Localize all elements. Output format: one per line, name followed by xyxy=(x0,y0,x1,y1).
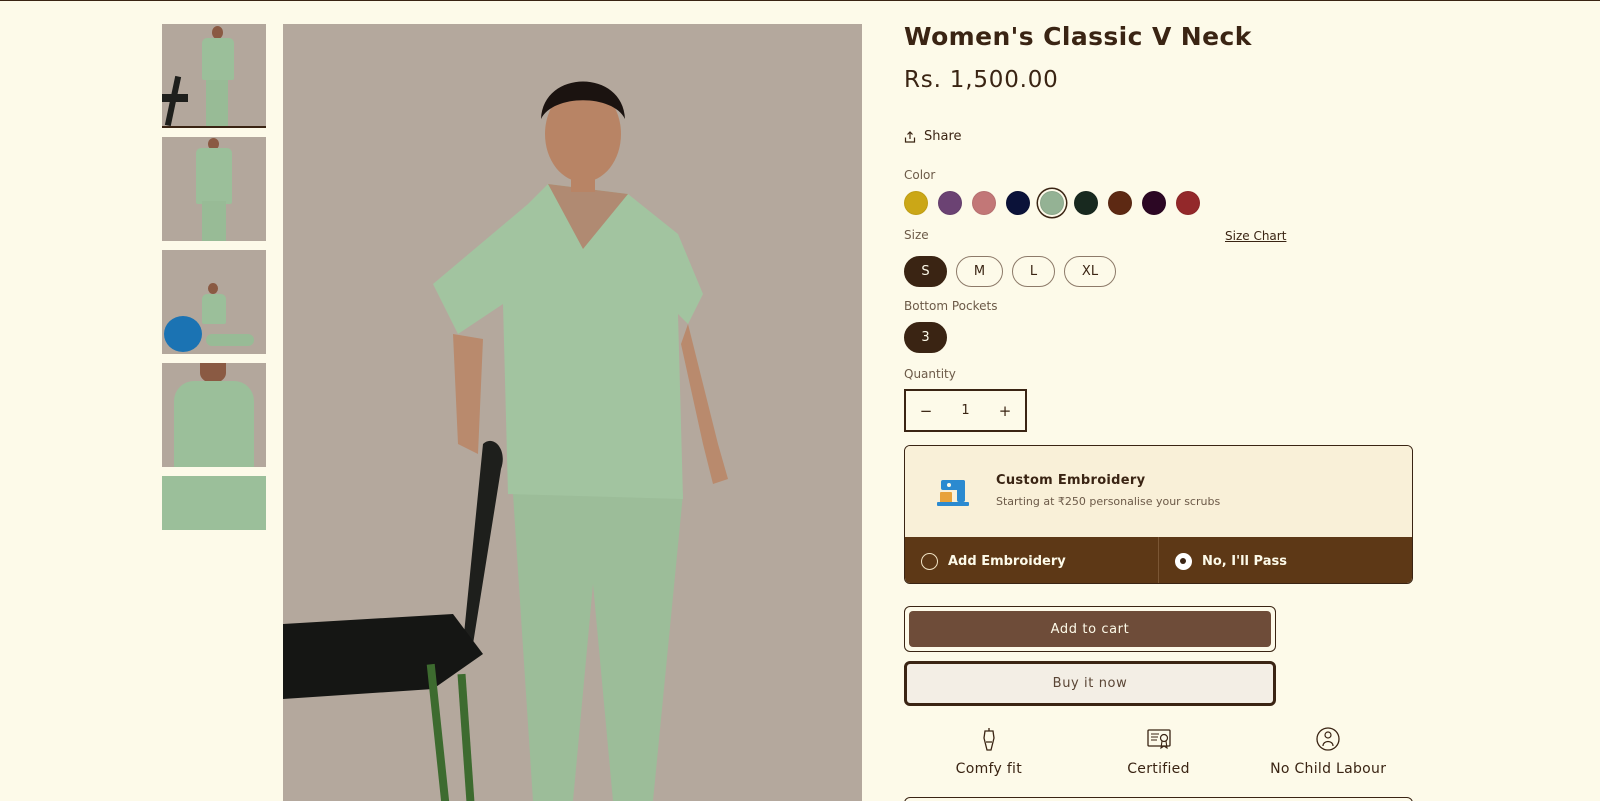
model-top xyxy=(202,294,226,324)
share-icon xyxy=(904,130,916,143)
product-title: Women's Classic V Neck xyxy=(904,22,1252,51)
main-product-image xyxy=(283,24,862,801)
model-top xyxy=(174,381,254,467)
exercise-ball xyxy=(164,316,202,352)
feature-no-child-labour: No Child Labour xyxy=(1243,726,1413,777)
size-chart-link[interactable]: Size Chart xyxy=(1225,229,1286,243)
swatch-dark-green[interactable] xyxy=(1074,191,1098,215)
model-top-closeup xyxy=(162,476,266,530)
size-option-l[interactable]: L xyxy=(1012,256,1055,287)
swatch-navy[interactable] xyxy=(1006,191,1030,215)
embroidery-subtitle: Starting at ₹250 personalise your scrubs xyxy=(996,495,1221,508)
swatch-plum[interactable] xyxy=(938,191,962,215)
chair-seat-shape xyxy=(162,94,188,102)
thumbnail-5[interactable] xyxy=(162,476,266,530)
color-swatches xyxy=(904,191,1200,215)
model-top xyxy=(196,148,232,204)
top-border xyxy=(0,0,1600,1)
product-price: Rs. 1,500.00 xyxy=(904,67,1059,93)
model-head xyxy=(200,363,226,383)
bottom-pockets-label: Bottom Pockets xyxy=(904,299,998,313)
swatch-brown[interactable] xyxy=(1108,191,1132,215)
embroidery-title: Custom Embroidery xyxy=(996,473,1146,488)
add-embroidery-label: Add Embroidery xyxy=(948,553,1066,569)
thumbnail-4[interactable] xyxy=(162,363,266,467)
feature-label: Certified xyxy=(1127,761,1190,777)
no-embroidery-label: No, I'll Pass xyxy=(1202,553,1287,569)
model-illustration xyxy=(283,81,728,801)
size-option-m[interactable]: M xyxy=(956,256,1003,287)
quantity-input[interactable]: 1 xyxy=(946,403,985,418)
share-button[interactable]: Share xyxy=(904,129,962,144)
color-label: Color xyxy=(904,168,936,182)
feature-label: Comfy fit xyxy=(955,761,1023,777)
add-to-cart-label: Add to cart xyxy=(909,611,1271,647)
thumbnail-1[interactable] xyxy=(162,24,266,128)
quantity-stepper: − 1 + xyxy=(904,389,1027,432)
radio-unselected xyxy=(921,552,938,570)
model-pants xyxy=(206,334,254,346)
pocket-options: 3 xyxy=(904,322,947,353)
model-pants xyxy=(202,201,226,241)
swatch-aubergine[interactable] xyxy=(1142,191,1166,215)
swatch-mustard[interactable] xyxy=(904,191,928,215)
quantity-decrease-button[interactable]: − xyxy=(906,402,946,420)
swatch-red[interactable] xyxy=(1176,191,1200,215)
thumbnail-2[interactable] xyxy=(162,137,266,241)
add-to-cart-button[interactable]: Add to cart xyxy=(904,606,1276,652)
dress-form-icon xyxy=(983,728,995,751)
accordion-box[interactable] xyxy=(904,797,1413,801)
no-embroidery-option[interactable]: No, I'll Pass xyxy=(1158,537,1412,583)
add-embroidery-option[interactable]: Add Embroidery xyxy=(905,537,1158,583)
size-option-xl[interactable]: XL xyxy=(1064,256,1116,287)
share-label: Share xyxy=(924,129,962,144)
radio-selected xyxy=(1175,552,1192,570)
swatch-rose[interactable] xyxy=(972,191,996,215)
swatch-sage[interactable] xyxy=(1040,191,1064,215)
quantity-label: Quantity xyxy=(904,367,956,381)
sewing-machine-icon xyxy=(937,480,969,506)
embroidery-card: Custom Embroidery Starting at ₹250 perso… xyxy=(904,445,1413,584)
model-head xyxy=(208,283,218,294)
feature-certified: Certified xyxy=(1074,726,1244,777)
buy-now-button[interactable]: Buy it now xyxy=(904,661,1276,706)
child-labour-icon xyxy=(1316,727,1340,751)
size-options: S M L XL xyxy=(904,256,1116,287)
thumbnail-3[interactable] xyxy=(162,250,266,354)
feature-label: No Child Labour xyxy=(1270,761,1387,777)
quantity-increase-button[interactable]: + xyxy=(985,402,1025,420)
model-pants xyxy=(206,80,228,126)
size-label: Size xyxy=(904,228,929,242)
model-top xyxy=(202,38,234,80)
certificate-icon xyxy=(1146,729,1171,750)
pocket-option-3[interactable]: 3 xyxy=(904,322,947,353)
feature-comfy-fit: Comfy fit xyxy=(904,726,1074,777)
feature-badges: Comfy fit Certified No Child Labour xyxy=(904,726,1413,777)
thumbnail-gallery xyxy=(162,24,266,539)
size-option-s[interactable]: S xyxy=(904,256,947,287)
